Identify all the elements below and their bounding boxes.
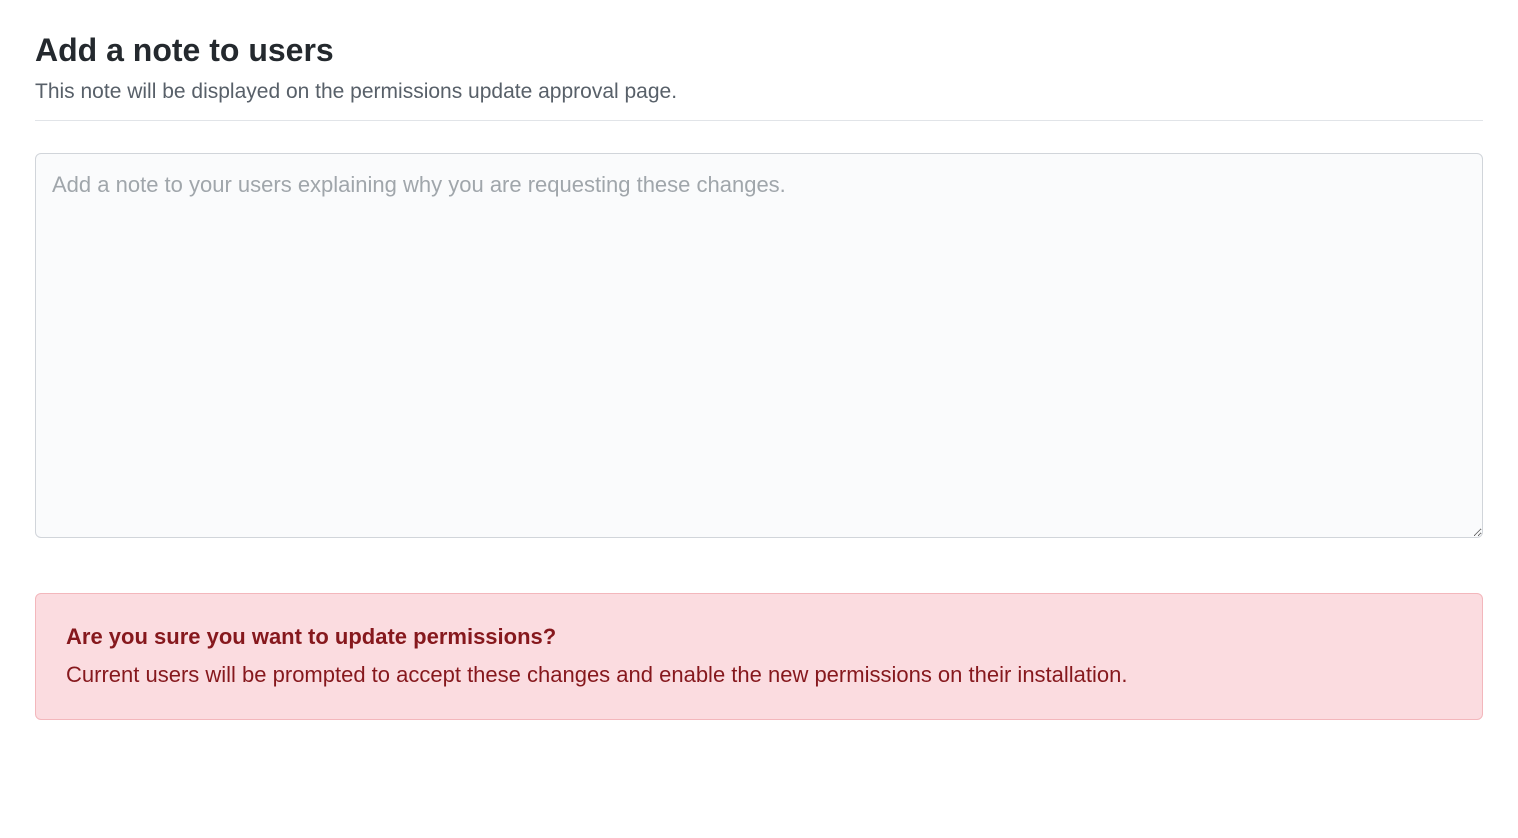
- warning-box: Are you sure you want to update permissi…: [35, 593, 1483, 721]
- page-title: Add a note to users: [35, 30, 1483, 70]
- note-textarea[interactable]: [35, 153, 1483, 538]
- warning-title: Are you sure you want to update permissi…: [66, 622, 1452, 653]
- warning-body: Current users will be prompted to accept…: [66, 658, 1452, 691]
- page-subtitle: This note will be displayed on the permi…: [35, 76, 1483, 108]
- section-header: Add a note to users This note will be di…: [35, 30, 1483, 121]
